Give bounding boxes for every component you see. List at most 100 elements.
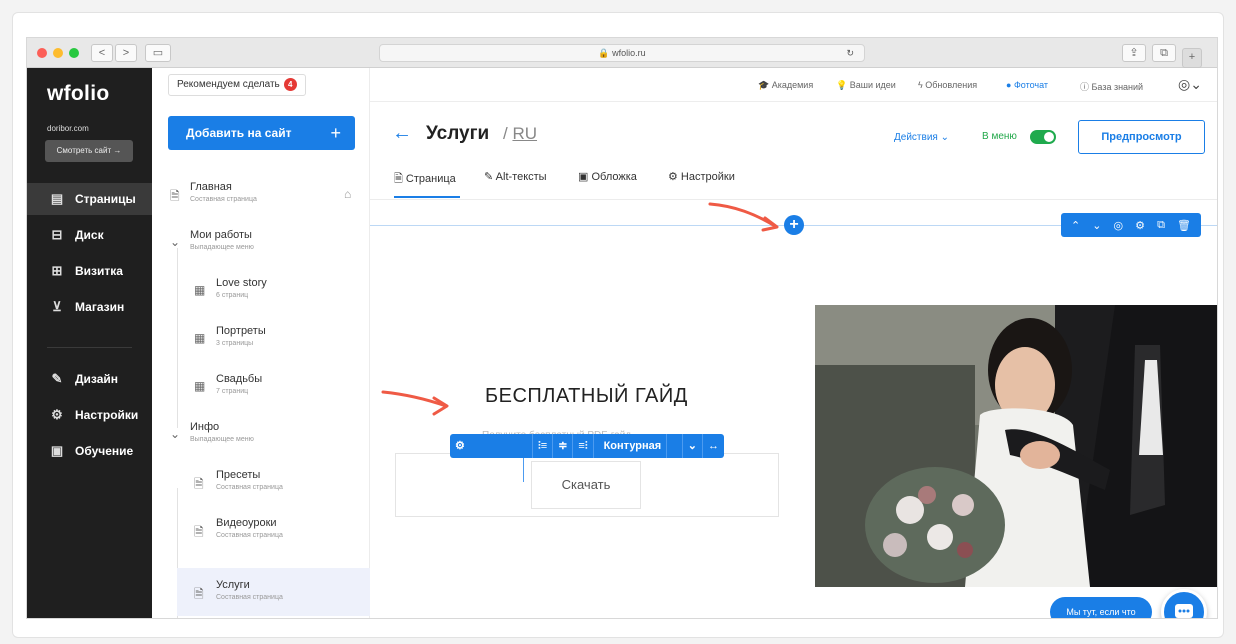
tab-alt-texts[interactable]: ✎ Alt-тексты (484, 170, 547, 183)
photochat-link[interactable]: ● Фоточат (1006, 80, 1048, 90)
plus-icon: + (330, 123, 341, 143)
chevron-down-icon[interactable]: ⌄ (170, 235, 180, 249)
sidebar-item-settings[interactable]: ⚙ Настройки (27, 399, 152, 431)
sidebar-item-learning[interactable]: ▣ Обучение (27, 435, 152, 467)
page-tree-panel: Рекомендуем сделать 4 Добавить на сайт + 🗎… (152, 68, 370, 618)
tree-item-info[interactable]: ⌄ Инфо Выпадающее меню (152, 410, 370, 458)
gallery-icon: ▦ (194, 379, 206, 393)
chat-icon (1175, 604, 1193, 618)
sidebar-item-label: Визитка (75, 264, 123, 278)
sidebar-item-design[interactable]: ✎ Дизайн (27, 363, 152, 395)
chat-label[interactable]: Мы тут, если что (1050, 597, 1152, 618)
tree-item-presets[interactable]: 🗎 Пресеты Составная страница (152, 458, 370, 506)
tabs-icon[interactable]: ⧉ (1152, 44, 1176, 62)
share-icon[interactable]: ⇪ (1122, 44, 1146, 62)
main-sidebar: wfolio doribor.com Смотреть сайт → ▤ Стра… (27, 68, 152, 618)
url-text: wfolio.ru (612, 48, 646, 58)
in-menu-label: В меню (982, 131, 1017, 142)
tree-item-services[interactable]: 🗎 Услуги Составная страница (177, 568, 370, 616)
sidebar-item-disk[interactable]: ⊟ Диск (27, 219, 152, 251)
sidebar-item-label: Диск (75, 228, 104, 242)
button-style-select[interactable]: Контурная (594, 434, 683, 458)
tree-item-subtitle: Составная страница (216, 594, 283, 601)
sidebar-item-card[interactable]: ⊞ Визитка (27, 255, 152, 287)
chevron-down-icon[interactable]: ⌄ (170, 427, 180, 441)
align-right-icon[interactable]: ≡⫶ (573, 434, 594, 458)
tree-item-love-story[interactable]: ▦ Love story 6 страниц (152, 266, 370, 314)
duplicate-icon[interactable]: ⧉ (1157, 219, 1165, 232)
gear-icon[interactable]: ⚙ (1135, 219, 1145, 232)
annotation-arrow-icon (708, 202, 779, 232)
move-down-icon[interactable]: ⌄ (1092, 219, 1101, 232)
annotation-arrow-icon (381, 390, 449, 416)
recommend-label: Рекомендуем сделать (177, 79, 280, 90)
trash-icon[interactable]: 🗑 (1177, 219, 1191, 232)
block-toolbar: ⌃ ⌄ ◎ ⚙ ⧉ 🗑 (1061, 213, 1201, 237)
sidebar-item-label: Обучение (75, 444, 134, 458)
tab-page[interactable]: 🗎 Страница (394, 170, 456, 189)
cart-icon: ⊻ (52, 299, 62, 314)
guide-title[interactable]: БЕСПЛАТНЫЙ ГАЙД (485, 385, 688, 408)
knowledge-base-link[interactable]: ⓘ База знаний (1080, 80, 1143, 93)
tab-settings[interactable]: ⚙ Настройки (668, 170, 735, 183)
align-center-icon[interactable]: ≑ (553, 434, 574, 458)
tree-item-portraits[interactable]: ▦ Портреты 3 страницы (152, 314, 370, 362)
move-up-icon[interactable]: ⌃ (1071, 219, 1080, 232)
sidebar-item-label: Настройки (75, 408, 139, 422)
palette-icon[interactable]: ◎ (1114, 219, 1124, 232)
recommend-button[interactable]: Рекомендуем сделать 4 (168, 74, 306, 96)
tree-item-home[interactable]: 🗎 Главная Составная страница ⌂ (152, 170, 370, 218)
in-menu-toggle[interactable] (1030, 130, 1056, 144)
tab-label: Alt-тексты (495, 171, 547, 183)
view-site-button[interactable]: Смотреть сайт → (45, 140, 133, 162)
browser-forward-button[interactable]: > (115, 44, 137, 62)
width-arrows-icon[interactable]: ↔ (703, 434, 724, 458)
photochat-label: Фоточат (1013, 80, 1049, 90)
tree-item-weddings[interactable]: ▦ Свадьбы 7 страниц (152, 362, 370, 410)
sidebar-item-pages[interactable]: ▤ Страницы (27, 183, 152, 215)
editor-area: ← Услуги / RU Действия ⌄ В меню Предпрос… (370, 102, 1217, 618)
preview-button[interactable]: Предпросмотр (1078, 120, 1205, 154)
browser-back-button[interactable]: < (91, 44, 113, 62)
page-title: Услуги (426, 123, 490, 144)
gallery-icon: ▦ (194, 331, 206, 345)
maximize-window-button[interactable] (69, 48, 79, 58)
button-settings-label: Настройки (455, 458, 525, 482)
updates-link[interactable]: ϟ Обновления (918, 80, 977, 90)
account-icon[interactable]: ◎⌄ (1178, 76, 1202, 93)
wedding-photo[interactable] (815, 305, 1217, 587)
recommend-badge: 4 (283, 78, 297, 91)
address-bar[interactable]: 🔒 wfolio.ru ↻ (379, 44, 865, 62)
add-to-site-button[interactable]: Добавить на сайт + (168, 116, 355, 150)
actions-dropdown[interactable]: Действия ⌄ (894, 132, 949, 143)
tabs-divider (370, 199, 1217, 200)
ideas-link[interactable]: 💡 Ваши идеи (836, 80, 896, 91)
tab-label: Настройки (680, 171, 735, 183)
language-link[interactable]: / RU (503, 124, 537, 144)
add-block-plus-icon[interactable]: + (784, 215, 804, 235)
tree-item-my-works[interactable]: ⌄ Мои работы Выпадающее меню (152, 218, 370, 266)
tab-cover[interactable]: ▣ Обложка (578, 170, 637, 183)
tree-item-subtitle: Выпадающее меню (190, 244, 254, 251)
sidebar-toggle-icon[interactable]: ▭ (145, 44, 171, 62)
chevron-down-icon[interactable]: ⌄ (683, 434, 703, 458)
tree-item-subtitle: 7 страниц (216, 388, 249, 395)
close-window-button[interactable] (37, 48, 47, 58)
reload-icon[interactable]: ↻ (846, 45, 854, 61)
minimize-window-button[interactable] (53, 48, 63, 58)
align-left-icon[interactable]: ⫶≡ (533, 434, 554, 458)
card-icon: ⊞ (51, 263, 63, 278)
download-button[interactable]: Скачать (531, 461, 641, 509)
tree-item-video-lessons[interactable]: 🗎 Видеоуроки Составная страница (152, 506, 370, 554)
tree-item-title: Инфо (190, 421, 220, 433)
academy-link[interactable]: 🎓 Академия (758, 80, 813, 91)
logo[interactable]: wfolio (47, 82, 109, 106)
sidebar-item-shop[interactable]: ⊻ Магазин (27, 291, 152, 323)
back-arrow-icon[interactable]: ← (392, 122, 412, 145)
tree-item-title: Пресеты (216, 469, 261, 481)
new-tab-button[interactable]: + (1182, 48, 1202, 68)
chat-button[interactable] (1161, 589, 1207, 618)
button-settings[interactable]: ⚙ Настройки (450, 434, 534, 482)
tree-item-title: Главная (190, 181, 232, 193)
button-style-label: Контурная (599, 434, 668, 458)
